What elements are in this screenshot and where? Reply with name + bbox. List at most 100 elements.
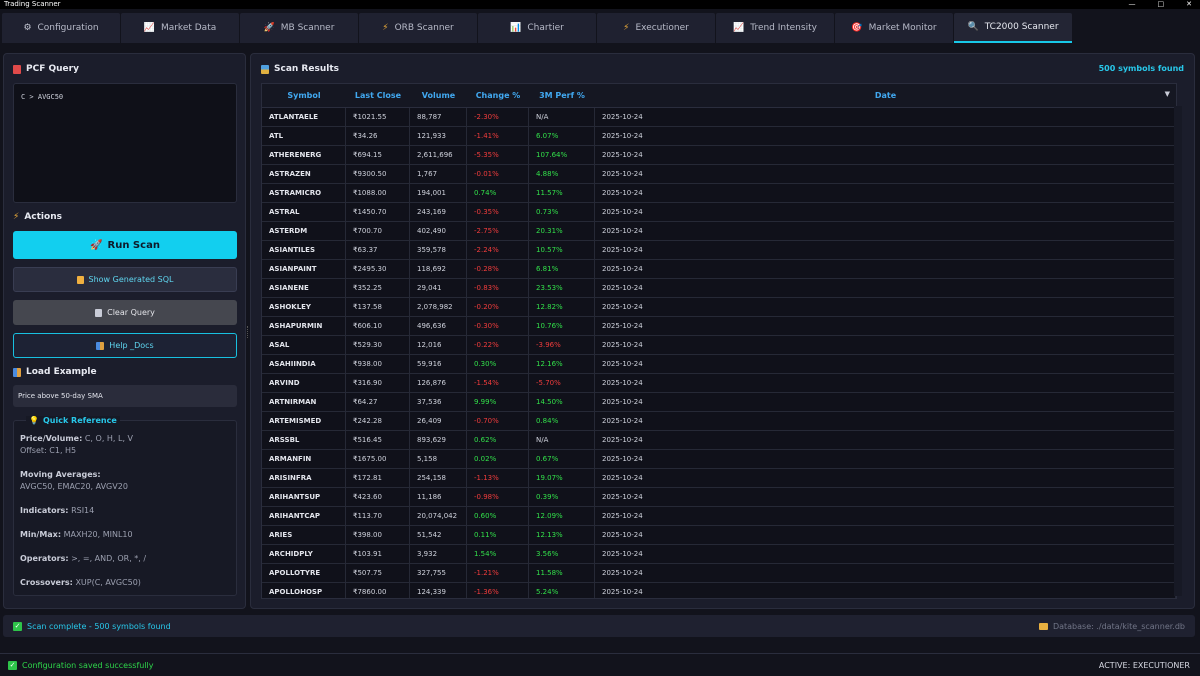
tab-chartier[interactable]: 📊 Chartier [478,13,596,43]
cell-volume: 59,916 [410,355,467,373]
column-header-last-close[interactable]: Last Close [346,84,410,107]
table-row[interactable]: ARIHANTCAP ₹113.70 20,074,042 0.60% 12.09% 20… [262,507,1176,526]
table-row[interactable]: ASTRAMICRO ₹1088.00 194,001 0.74% 11.57% 2025… [262,184,1176,203]
cell-3m-perf: 5.24% [529,583,595,598]
cell-symbol: ASIANTILES [262,241,346,259]
table-row[interactable]: ARTEMISMED ₹242.28 26,409 -0.70% 0.84% 2025-1… [262,412,1176,431]
query-input[interactable]: C > AVGC50 [13,83,237,203]
cell-volume: 2,611,696 [410,146,467,164]
cell-3m-perf: 0.67% [529,450,595,468]
maximize-icon[interactable]: □ [1158,0,1165,9]
help-docs-button[interactable]: Help _Docs [13,333,237,358]
cell-3m-perf: -5.70% [529,374,595,392]
table-row[interactable]: ARTNIRMAN ₹64.27 37,536 9.99% 14.50% 2025-10-… [262,393,1176,412]
cell-last-close: ₹423.60 [346,488,410,506]
tab-mb-scanner[interactable]: 🚀 MB Scanner [240,13,358,43]
tab-orb-scanner[interactable]: ⚡ ORB Scanner [359,13,477,43]
column-header-date[interactable]: Date ▼ [595,84,1176,107]
close-icon[interactable]: ✕ [1186,0,1192,9]
cell-last-close: ₹113.70 [346,507,410,525]
run-scan-button[interactable]: 🚀 Run Scan [13,231,237,259]
cell-change: -2.24% [467,241,529,259]
table-row[interactable]: ARCHIDPLY ₹103.91 3,932 1.54% 3.56% 2025-10-2… [262,545,1176,564]
table-row[interactable]: ARVIND ₹316.90 126,876 -1.54% -5.70% 2025-10-… [262,374,1176,393]
cell-3m-perf: N/A [529,108,595,126]
cell-last-close: ₹1450.70 [346,203,410,221]
table-row[interactable]: ARMANFIN ₹1675.00 5,158 0.02% 0.67% 2025-10-2… [262,450,1176,469]
table-row[interactable]: ARIES ₹398.00 51,542 0.11% 12.13% 2025-10-24 [262,526,1176,545]
table-row[interactable]: ATLANTAELE ₹1021.55 88,787 -2.30% N/A 2025-10… [262,108,1176,127]
config-status-text: Configuration saved successfully [22,660,154,670]
cell-change: 0.30% [467,355,529,373]
table-row[interactable]: APOLLOTYRE ₹507.75 327,755 -1.21% 11.58% 2025… [262,564,1176,583]
table-row[interactable]: APOLLOHOSP ₹7860.00 124,339 -1.36% 5.24% 2025… [262,583,1176,598]
tab-market-data[interactable]: 📈 Market Data [121,13,239,43]
column-header-change[interactable]: Change % [467,84,529,107]
tab-tc2000-scanner[interactable]: 🔍 TC2000 Scanner [954,13,1072,43]
cell-change: 0.62% [467,431,529,449]
minimize-icon[interactable]: — [1129,0,1136,9]
cell-date: 2025-10-24 [595,545,1176,563]
table-row[interactable]: ASIANTILES ₹63.37 359,578 -2.24% 10.57% 2025-… [262,241,1176,260]
pcf-query-header: PCF Query [13,64,79,74]
table-row[interactable]: ATHERENERG ₹694.15 2,611,696 -5.35% 107.64% 2… [262,146,1176,165]
help-docs-label: Help _Docs [109,341,154,350]
table-row[interactable]: ASTRAZEN ₹9300.50 1,767 -0.01% 4.88% 2025-10-… [262,165,1176,184]
table-row[interactable]: ASHAPURMIN ₹606.10 496,636 -0.30% 10.76% 2025… [262,317,1176,336]
cell-date: 2025-10-24 [595,583,1176,598]
cell-last-close: ₹64.27 [346,393,410,411]
chart-icon: 📈 [143,23,155,33]
table-row[interactable]: ATL ₹34.26 121,933 -1.41% 6.07% 2025-10-24 [262,127,1176,146]
tab-executioner[interactable]: ⚡ Executioner [597,13,715,43]
table-row[interactable]: ASHOKLEY ₹137.58 2,078,982 -0.20% 12.82% 2025… [262,298,1176,317]
cell-symbol: ASAL [262,336,346,354]
tab-label: MB Scanner [280,23,335,33]
rocket-icon: 🚀 [263,23,275,33]
cell-change: -0.28% [467,260,529,278]
table-row[interactable]: ARISINFRA ₹172.81 254,158 -1.13% 19.07% 2025-… [262,469,1176,488]
qref-crossovers-line: Crossovers: XUP(C, AVGC50) [20,578,141,587]
cell-date: 2025-10-24 [595,108,1176,126]
vertical-scrollbar[interactable] [1174,106,1182,596]
qref-indicators-line: Indicators: RSI14 [20,506,95,515]
cell-3m-perf: 12.13% [529,526,595,544]
column-header-symbol[interactable]: Symbol [262,84,346,107]
table-row[interactable]: ARSSBL ₹516.45 893,629 0.62% N/A 2025-10-24 [262,431,1176,450]
table-row[interactable]: ASIANPAINT ₹2495.30 118,692 -0.28% 6.81% 2025… [262,260,1176,279]
cell-change: -0.70% [467,412,529,430]
table-row[interactable]: ASAHIINDIA ₹938.00 59,916 0.30% 12.16% 2025-1… [262,355,1176,374]
rocket-icon: 🚀 [90,239,103,251]
cell-3m-perf: 0.73% [529,203,595,221]
cell-change: -0.98% [467,488,529,506]
checkmark-icon: ✓ [13,621,22,631]
cell-last-close: ₹352.25 [346,279,410,297]
target-icon: 🎯 [851,23,863,33]
column-header-volume[interactable]: Volume [410,84,467,107]
show-sql-button[interactable]: Show Generated SQL [13,267,237,292]
table-row[interactable]: ASTRAL ₹1450.70 243,169 -0.35% 0.73% 2025-10-… [262,203,1176,222]
cell-change: -0.01% [467,165,529,183]
cell-3m-perf: 12.09% [529,507,595,525]
example-dropdown[interactable]: Price above 50-day SMA [13,385,237,407]
cell-change: -1.13% [467,469,529,487]
table-row[interactable]: ARIHANTSUP ₹423.60 11,186 -0.98% 0.39% 2025-1… [262,488,1176,507]
tab-trend-intensity[interactable]: 📈 Trend Intensity [716,13,834,43]
table-row[interactable]: ASIANENE ₹352.25 29,041 -0.83% 23.53% 2025-10… [262,279,1176,298]
cell-volume: 359,578 [410,241,467,259]
cell-last-close: ₹529.30 [346,336,410,354]
cell-symbol: ARISINFRA [262,469,346,487]
cell-volume: 243,169 [410,203,467,221]
tab-configuration[interactable]: ⚙ Configuration [2,13,120,43]
table-row[interactable]: ASAL ₹529.30 12,016 -0.22% -3.96% 2025-10-24 [262,336,1176,355]
trend-icon: 📈 [733,23,745,33]
cell-3m-perf: 4.88% [529,165,595,183]
cell-date: 2025-10-24 [595,431,1176,449]
column-header-3m-perf[interactable]: 3M Perf % [529,84,595,107]
scan-status: ✓ Scan complete - 500 symbols found [13,621,171,631]
table-row[interactable]: ASTERDM ₹700.70 402,490 -2.75% 20.31% 2025-10… [262,222,1176,241]
tab-market-monitor[interactable]: 🎯 Market Monitor [835,13,953,43]
panel-splitter-handle[interactable] [247,326,249,338]
tab-bar: ⚙ Configuration 📈 Market Data 🚀 MB Scanner ⚡ OR… [0,10,1200,44]
cell-date: 2025-10-24 [595,393,1176,411]
clear-query-button[interactable]: Clear Query [13,300,237,325]
